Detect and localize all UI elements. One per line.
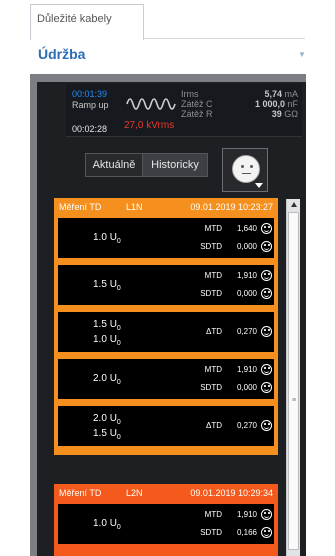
smiley-icon: [261, 509, 272, 520]
sine-wave-icon: [126, 98, 176, 110]
measurement-row: 2.0 U0 MTD 1,910 SDTD 0,000: [58, 359, 274, 399]
grip-icon: ≡: [292, 397, 297, 404]
smiley-icon: [261, 270, 272, 281]
chevron-down-icon[interactable]: ▼: [298, 50, 306, 59]
measurement-row: 2.0 U0 1.5 U0 ΔTD 0,270: [58, 406, 274, 446]
smiley-icon: [261, 223, 272, 234]
metric-primary: ΔTD 0,270: [154, 420, 274, 433]
elapsed-time: 00:01:39: [72, 89, 108, 99]
tab-label: Důležité kabely: [37, 13, 112, 25]
smiley-icon: [261, 420, 272, 431]
voltage-level: 1.5 U0: [93, 319, 121, 332]
smiley-icon: [261, 364, 272, 375]
voltage-level: 1.5 U0: [93, 428, 121, 441]
measurement-row: 1.0 U0 MTD 1,910 SDTD 0,166: [58, 504, 274, 544]
measurement-row: 1.5 U0 1.0 U0 ΔTD 0,270: [58, 312, 274, 352]
smiley-icon: [261, 326, 272, 337]
metric-primary: MTD 1,910: [154, 364, 274, 377]
measurement-row: 1.5 U0 MTD 1,910 SDTD 0,000: [58, 265, 274, 305]
voltage-level: 2.0 U0: [93, 413, 121, 426]
metric-primary: MTD 1,910: [154, 509, 274, 522]
card-date: 09.01.2019 10:23:27: [190, 202, 273, 212]
zatez-c-label: Zátěž C: [181, 99, 213, 109]
measurement-card[interactable]: Měření TD L2N 09.01.2019 10:29:34 1.0 U0 MTD…: [54, 484, 278, 556]
measurement-row: 1.0 U0 MTD 1,640 SDTD 0,000: [58, 218, 274, 258]
smiley-icon: [261, 382, 272, 393]
card-title: Měření TD: [59, 488, 102, 498]
tab-dulezite-kabely[interactable]: Důležité kabely: [30, 4, 144, 40]
measurement-card[interactable]: Měření TD L1N 09.01.2019 10:23:27 1.0 U0 MTD…: [54, 198, 278, 455]
card-header: Měření TD L2N 09.01.2019 10:29:34: [54, 484, 278, 502]
status-face-dropdown[interactable]: [222, 148, 268, 192]
tab-divider: [144, 38, 305, 39]
voltage-level: 1.0 U0: [93, 518, 121, 531]
scroll-up-arrow-icon[interactable]: [291, 202, 297, 207]
card-header: Měření TD L1N 09.01.2019 10:23:27: [54, 198, 278, 216]
card-phase: L2N: [126, 488, 143, 498]
smiley-icon: [261, 288, 272, 299]
voltage-level: 2.0 U0: [93, 373, 121, 386]
toggle-history-button[interactable]: Historicky: [143, 153, 208, 177]
metric-secondary: SDTD 0,000: [154, 382, 274, 395]
voltage-level: 1.5 U0: [93, 279, 121, 292]
status-display: 00:01:39 Ramp up 00:02:28 27,0 kVrms Irm…: [66, 84, 302, 137]
neutral-face-icon: [232, 155, 260, 183]
metric-secondary: SDTD 0,000: [154, 288, 274, 301]
zatez-r-value: 39 GΩ: [271, 109, 298, 119]
voltage-readout: 27,0 kVrms: [124, 120, 175, 131]
card-date: 09.01.2019 10:29:34: [190, 488, 273, 498]
metric-primary: MTD 1,910: [154, 270, 274, 283]
card-phase: L1N: [126, 202, 143, 212]
total-time: 00:02:28: [72, 124, 108, 134]
metric-secondary: SDTD 0,166: [154, 527, 274, 540]
smiley-icon: [261, 527, 272, 538]
metric-primary: MTD 1,640: [154, 223, 274, 236]
irms-value: 5,74 mA: [264, 89, 298, 99]
smiley-icon: [261, 241, 272, 252]
metric-secondary: SDTD 0,000: [154, 241, 274, 254]
scrollbar-thumb[interactable]: ≡: [288, 212, 299, 550]
metric-primary: ΔTD 0,270: [154, 326, 274, 339]
vertical-scrollbar[interactable]: ≡: [286, 199, 300, 556]
toggle-current-button[interactable]: Aktuálně: [85, 153, 143, 177]
zatez-c-value: 1 000,0 nF: [254, 99, 298, 109]
card-title: Měření TD: [59, 202, 102, 212]
phase-label: Ramp up: [72, 100, 109, 110]
page-title: Údržba: [38, 46, 86, 62]
zatez-r-label: Zátěž R: [181, 109, 213, 119]
dropdown-caret-icon: [255, 183, 263, 188]
voltage-level: 1.0 U0: [93, 334, 121, 347]
voltage-level: 1.0 U0: [93, 232, 121, 245]
irms-label: Irms: [181, 89, 199, 99]
